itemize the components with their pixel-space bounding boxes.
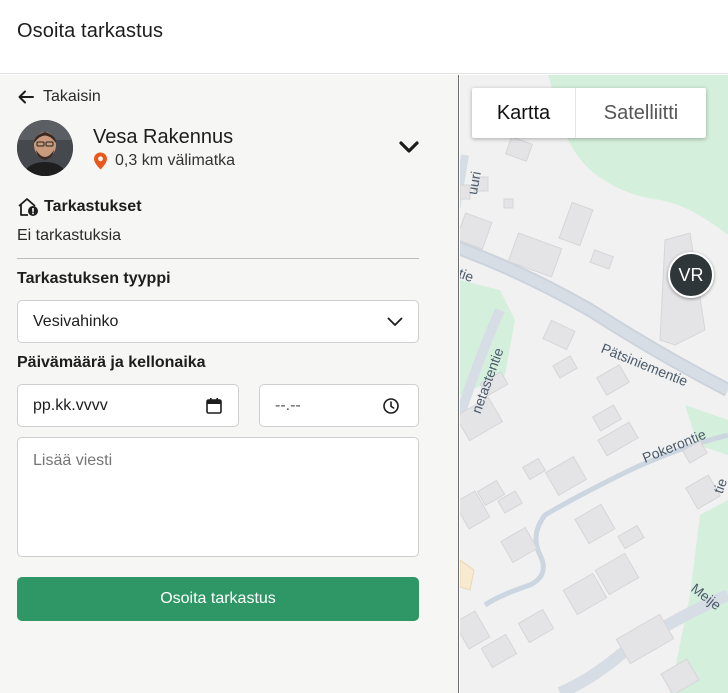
- person-name: Vesa Rakennus: [93, 126, 234, 148]
- date-input[interactable]: pp.kk.vvvv: [17, 384, 239, 427]
- time-input[interactable]: --.--: [259, 384, 419, 427]
- calendar-icon[interactable]: [205, 397, 223, 415]
- datetime-label: Päivämäärä ja kellonaika: [17, 354, 206, 371]
- chevron-down-icon: [399, 141, 419, 153]
- expand-button[interactable]: [396, 137, 422, 157]
- page-title: Osoita tarkastus: [17, 20, 164, 42]
- back-link[interactable]: Takaisin: [17, 88, 101, 106]
- arrow-left-icon: [18, 90, 34, 104]
- distance-text: 0,3 km välimatka: [115, 152, 236, 169]
- inspections-heading: Tarkastukset: [17, 197, 142, 217]
- type-label: Tarkastuksen tyyppi: [17, 270, 171, 287]
- map-marker[interactable]: VR: [668, 252, 714, 298]
- back-label: Takaisin: [43, 88, 101, 105]
- inspections-empty-text: Ei tarkastuksia: [17, 227, 122, 244]
- message-textarea[interactable]: [17, 437, 419, 557]
- inspections-title: Tarkastukset: [44, 198, 142, 215]
- app-header: Osoita tarkastus: [0, 0, 728, 74]
- inspection-type-value: Vesivahinko: [33, 312, 119, 330]
- chevron-down-icon: [387, 317, 403, 326]
- tab-satellite[interactable]: Satelliitti: [576, 88, 706, 138]
- date-placeholder: pp.kk.vvvv: [33, 396, 108, 414]
- clock-icon[interactable]: [382, 397, 400, 415]
- distance-info: 0,3 km välimatka: [93, 152, 235, 170]
- avatar: [17, 120, 73, 176]
- map-canvas[interactable]: [460, 75, 728, 693]
- assignment-panel: Takaisin Vesa Rakennus 0,3 km välimatka: [0, 75, 459, 693]
- inspection-type-select[interactable]: Vesivahinko: [17, 300, 419, 343]
- assign-inspection-button[interactable]: Osoita tarkastus: [17, 577, 419, 621]
- tab-map[interactable]: Kartta: [472, 88, 576, 138]
- map-view[interactable]: Pätsiniementie Pokerontie Meije tie tie …: [460, 75, 728, 693]
- location-pin-icon: [94, 152, 107, 170]
- divider: [17, 258, 419, 259]
- map-type-toggle: Kartta Satelliitti: [472, 88, 706, 138]
- home-alert-icon: [18, 198, 38, 216]
- time-placeholder: --.--: [275, 396, 301, 414]
